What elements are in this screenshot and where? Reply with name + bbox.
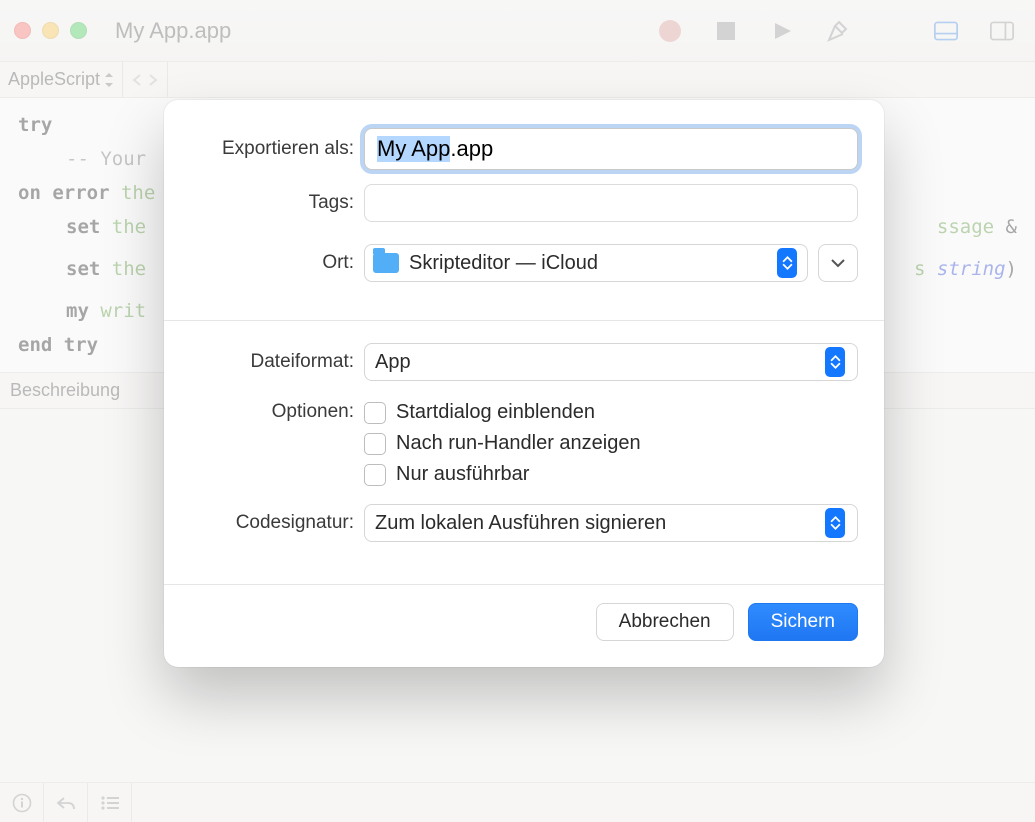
expand-location-button[interactable] — [818, 244, 858, 282]
chevron-updown-icon — [777, 248, 797, 278]
option-label: Startdialog einblenden — [396, 401, 595, 424]
codesign-value: Zum lokalen Ausführen signieren — [375, 512, 666, 535]
option-run-only[interactable]: Nur ausführbar — [364, 463, 858, 486]
export-sheet: Exportieren als: My App.app Tags: Ort: — [164, 100, 884, 667]
option-startup-dialog[interactable]: Startdialog einblenden — [364, 401, 858, 424]
file-format-select[interactable]: App — [364, 343, 858, 381]
tags-input[interactable] — [364, 184, 858, 222]
codesign-select[interactable]: Zum lokalen Ausführen signieren — [364, 504, 858, 542]
location-value: Skripteditor — iCloud — [409, 252, 598, 275]
folder-icon — [373, 253, 399, 273]
cancel-label: Abbrechen — [619, 611, 711, 633]
checkbox[interactable] — [364, 464, 386, 486]
location-label: Ort: — [190, 252, 364, 274]
filename-selected: My App — [377, 136, 450, 162]
file-format-label: Dateiformat: — [190, 351, 364, 373]
export-as-label: Exportieren als: — [190, 138, 364, 160]
checkbox[interactable] — [364, 402, 386, 424]
chevron-updown-icon — [825, 508, 845, 538]
chevron-updown-icon — [825, 347, 845, 377]
cancel-button[interactable]: Abbrechen — [596, 603, 734, 641]
tags-label: Tags: — [190, 192, 364, 214]
options-label: Optionen: — [190, 399, 364, 423]
save-button[interactable]: Sichern — [748, 603, 858, 641]
option-label: Nur ausführbar — [396, 463, 529, 486]
save-label: Sichern — [771, 611, 835, 633]
filename-input[interactable]: My App.app — [364, 128, 858, 170]
location-select[interactable]: Skripteditor — iCloud — [364, 244, 808, 282]
option-stay-open[interactable]: Nach run-Handler anzeigen — [364, 432, 858, 455]
codesign-label: Codesignatur: — [190, 512, 364, 534]
chevron-down-icon — [830, 258, 846, 268]
filename-extension: .app — [450, 136, 493, 162]
option-label: Nach run-Handler anzeigen — [396, 432, 641, 455]
checkbox[interactable] — [364, 433, 386, 455]
file-format-value: App — [375, 351, 411, 374]
